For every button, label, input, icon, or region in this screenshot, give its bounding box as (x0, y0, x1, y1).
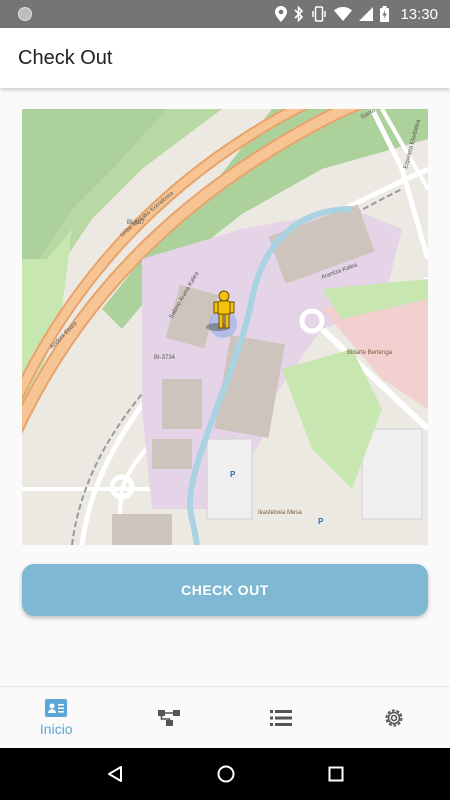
page-title: Check Out (18, 46, 113, 69)
road-label: BI-637 (127, 220, 145, 226)
road-label: BI-3734 (154, 355, 176, 361)
poi-label: Ikastetxea Mesa (258, 510, 302, 516)
settings-gear-icon (385, 709, 403, 726)
nav-item-structure[interactable] (113, 687, 226, 748)
location-icon (275, 6, 288, 22)
list-icon (270, 709, 293, 726)
map-view[interactable]: Uribe Kostako Korridorea BI-637 BI-3734 … (22, 109, 428, 545)
tree-structure-icon (157, 709, 180, 726)
notification-dot-icon (18, 7, 32, 21)
bluetooth-icon (294, 6, 304, 22)
nav-item-inicio[interactable]: Inicio (0, 687, 113, 748)
poi-label: Bidarte Bertenga (347, 350, 393, 356)
nav-item-settings[interactable] (338, 687, 450, 748)
clock: 13:30 (400, 5, 438, 23)
wifi-icon (334, 7, 353, 21)
home-icon[interactable] (217, 765, 235, 783)
parking-icon: P (318, 517, 324, 526)
recents-icon[interactable] (328, 766, 344, 782)
map-canvas[interactable]: Uribe Kostako Korridorea BI-637 BI-3734 … (22, 109, 428, 545)
nav-item-list[interactable] (225, 687, 338, 748)
parking-icon: P (230, 470, 236, 479)
cell-signal-icon (359, 7, 374, 21)
battery-icon (380, 6, 390, 22)
id-card-icon (45, 698, 68, 717)
status-icons: 13:30 (275, 6, 438, 23)
check-out-button[interactable]: CHECK OUT (22, 564, 428, 616)
bottom-nav: Inicio (0, 686, 450, 748)
nav-label-inicio: Inicio (39, 720, 73, 737)
status-bar: 13:30 (0, 0, 450, 28)
back-icon[interactable] (106, 765, 124, 783)
system-nav-bar (0, 748, 450, 800)
app-bar: Check Out (0, 28, 450, 88)
vibrate-icon (312, 6, 327, 22)
